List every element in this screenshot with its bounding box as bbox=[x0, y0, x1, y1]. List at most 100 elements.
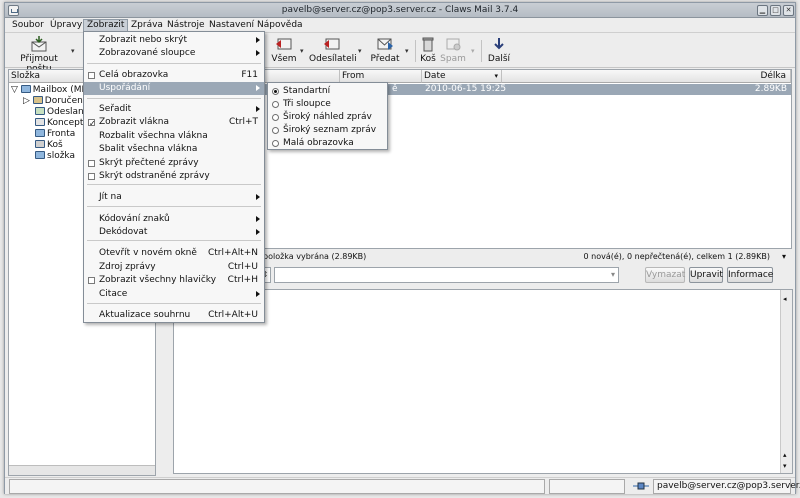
layout-option-three-columns[interactable]: Tři sloupce bbox=[268, 98, 387, 111]
layout-option-standard[interactable]: Standartní bbox=[268, 85, 387, 98]
edit-button[interactable]: Upravit bbox=[689, 267, 723, 283]
menu-item-shortcut: Ctrl+Alt+N bbox=[207, 248, 258, 258]
spam-icon bbox=[444, 36, 462, 52]
radio-icon bbox=[272, 114, 279, 121]
close-button[interactable]: ✕ bbox=[783, 5, 794, 16]
status-message bbox=[9, 479, 545, 494]
scroll-left-arrow-icon[interactable]: ◂ bbox=[783, 295, 787, 303]
next-button[interactable]: Další bbox=[487, 36, 511, 64]
toolbar-separator bbox=[415, 40, 416, 62]
submenu-arrow-icon bbox=[256, 37, 260, 43]
submenu-arrow-icon bbox=[256, 85, 260, 91]
checkbox-icon bbox=[88, 277, 95, 284]
trash-button[interactable]: Koš bbox=[419, 36, 437, 64]
search-input[interactable]: ▾ bbox=[274, 267, 619, 283]
folder-sent[interactable]: Odeslaná bbox=[35, 107, 89, 118]
menu-soubor[interactable]: Soubor bbox=[9, 20, 47, 33]
folder-drafts[interactable]: Koncepty bbox=[35, 118, 89, 129]
menu-item-show-all-headers[interactable]: Zobrazit všechny hlavičky Ctrl+H bbox=[84, 274, 264, 287]
menu-item-displayed-columns[interactable]: Zobrazované sloupce bbox=[84, 47, 264, 60]
trash-label: Koš bbox=[420, 54, 436, 64]
layout-option-wide-message-list[interactable]: Široký seznam zpráv bbox=[268, 124, 387, 137]
drafts-icon bbox=[35, 118, 45, 126]
menu-separator bbox=[87, 98, 261, 99]
menu-item-update-summary[interactable]: Aktualizace souhrnu Ctrl+Alt+U bbox=[84, 309, 264, 322]
radio-icon bbox=[272, 140, 279, 147]
queue-icon bbox=[35, 129, 45, 137]
menu-arrow-icon[interactable]: ▾ bbox=[782, 251, 786, 263]
spam-dropdown-arrow[interactable]: ▾ bbox=[471, 47, 475, 55]
reply-all-dropdown-arrow[interactable]: ▾ bbox=[300, 47, 304, 55]
scroll-down-arrow-icon[interactable]: ▾ bbox=[783, 462, 787, 470]
menu-item-shortcut: F11 bbox=[241, 70, 258, 80]
submenu-arrow-icon bbox=[256, 194, 260, 200]
radio-icon bbox=[272, 88, 279, 95]
spam-button[interactable]: Spam bbox=[439, 36, 467, 64]
menu-item-open-new-window[interactable]: Otevřít v novém okně Ctrl+Alt+N bbox=[84, 247, 264, 260]
progress-bar bbox=[549, 479, 625, 494]
online-plug-icon[interactable] bbox=[633, 481, 649, 491]
folder-inbox[interactable]: ▷ Doručená bbox=[23, 96, 88, 107]
menu-item-hide-deleted[interactable]: Skrýt odstraněné zprávy bbox=[84, 170, 264, 183]
message-vertical-scrollbar[interactable]: ◂ ▴ ▾ bbox=[780, 290, 792, 473]
reply-sender-dropdown-arrow[interactable]: ▾ bbox=[358, 47, 362, 55]
menu-item-expand-all-threads[interactable]: Rozbalit všechna vlákna bbox=[84, 130, 264, 143]
maximize-button[interactable]: □ bbox=[770, 5, 781, 16]
reply-all-button[interactable]: Všem bbox=[269, 36, 299, 64]
trash-icon bbox=[419, 36, 437, 52]
checkbox-icon bbox=[88, 173, 95, 180]
toolbar-separator bbox=[481, 40, 482, 62]
folder-custom[interactable]: složka bbox=[35, 151, 75, 162]
layout-option-small-screen[interactable]: Malá obrazovka bbox=[268, 137, 387, 150]
menu-item-message-source[interactable]: Zdroj zprávy Ctrl+U bbox=[84, 261, 264, 274]
forward-dropdown-arrow[interactable]: ▾ bbox=[405, 47, 409, 55]
spam-label: Spam bbox=[440, 54, 466, 64]
menu-item-fullscreen[interactable]: Celá obrazovka F11 bbox=[84, 69, 264, 82]
menu-item-quotes[interactable]: Citace bbox=[84, 288, 264, 301]
checkbox-icon bbox=[88, 160, 95, 167]
column-header-size[interactable]: Délka bbox=[502, 70, 791, 83]
menu-item-label: Skrýt odstraněné zprávy bbox=[99, 171, 210, 181]
submenu-arrow-icon bbox=[256, 291, 260, 297]
menu-item-collapse-all-threads[interactable]: Sbalit všechna vlákna bbox=[84, 143, 264, 156]
status-bar: pavelb@server.cz@pop3.server.cz bbox=[5, 477, 800, 494]
checkbox-icon bbox=[88, 72, 95, 79]
menu-item-character-encoding[interactable]: Kódování znaků bbox=[84, 213, 264, 226]
expander-open-icon[interactable]: ▽ bbox=[11, 85, 18, 95]
message-date: 2010-06-15 19:25 bbox=[425, 84, 507, 94]
menu-item-layout[interactable]: Uspořádání bbox=[84, 82, 264, 95]
submenu-arrow-icon bbox=[256, 229, 260, 235]
expander-closed-icon[interactable]: ▷ bbox=[23, 96, 30, 106]
folder-mailbox[interactable]: ▽ Mailbox (MH) bbox=[11, 85, 92, 96]
reply-all-label: Všem bbox=[271, 54, 297, 64]
folder-queue[interactable]: Fronta bbox=[35, 129, 75, 140]
arrow-down-icon bbox=[490, 36, 508, 52]
layout-option-wide-message-view[interactable]: Široký náhled zpráv bbox=[268, 111, 387, 124]
account-selector[interactable]: pavelb@server.cz@pop3.server.cz bbox=[653, 479, 800, 494]
menu-upravy[interactable]: Úpravy bbox=[47, 20, 85, 33]
menu-item-label: Citace bbox=[99, 289, 128, 299]
receive-dropdown-arrow[interactable]: ▾ bbox=[71, 47, 75, 55]
menu-item-hide-read[interactable]: Skrýt přečtené zprávy bbox=[84, 157, 264, 170]
column-header-date[interactable]: Date ▾ bbox=[422, 70, 502, 83]
menu-item-go-to[interactable]: Jít na bbox=[84, 191, 264, 204]
menu-item-show-threads[interactable]: Zobrazit vlákna Ctrl+T bbox=[84, 116, 264, 130]
info-button[interactable]: Informace bbox=[727, 267, 773, 283]
clear-button[interactable]: Vymazat bbox=[645, 267, 685, 283]
forward-button[interactable]: Předat bbox=[367, 36, 403, 64]
dropdown-arrow-icon[interactable]: ▾ bbox=[611, 270, 615, 279]
title-bar: pavelb@server.cz@pop3.server.cz - Claws … bbox=[5, 3, 795, 18]
minimize-button[interactable]: ▁ bbox=[757, 5, 768, 16]
reply-sender-button[interactable]: Odesílateli bbox=[309, 36, 357, 64]
folder-trash[interactable]: Koš bbox=[35, 140, 63, 151]
next-label: Další bbox=[487, 54, 511, 64]
menu-item-sort[interactable]: Seřadit bbox=[84, 103, 264, 116]
menu-item-label: Jít na bbox=[99, 192, 122, 202]
menu-item-label: Seřadit bbox=[99, 104, 132, 114]
trash-folder-icon bbox=[35, 140, 45, 148]
folder-horizontal-scrollbar[interactable] bbox=[9, 465, 155, 475]
menu-separator bbox=[87, 303, 261, 304]
menu-item-show-hide[interactable]: Zobrazit nebo skrýt bbox=[84, 34, 264, 47]
scroll-up-arrow-icon[interactable]: ▴ bbox=[783, 451, 787, 459]
menu-item-decode[interactable]: Dekódovat bbox=[84, 226, 264, 239]
